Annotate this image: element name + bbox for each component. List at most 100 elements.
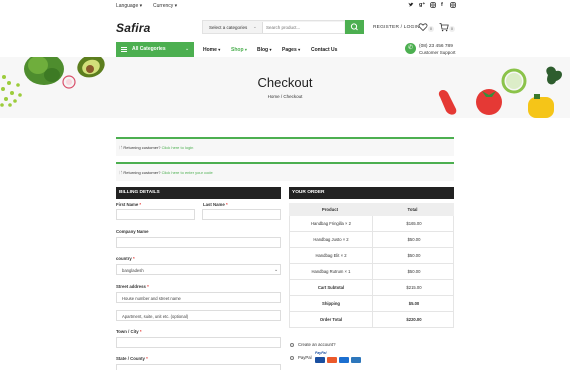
total-column-header: Total: [407, 207, 418, 212]
page-banner: Checkout Home / Checkout: [0, 57, 570, 118]
chevron-down-icon: ⌄: [253, 24, 257, 29]
cart-icon: [439, 23, 449, 32]
order-item-row: Handbag Fringilla × 2 $165.00: [289, 216, 454, 232]
currency-label: Currency: [153, 3, 174, 9]
order-total-label: Order Total: [319, 317, 343, 322]
breadcrumb-home-link[interactable]: Home: [268, 94, 280, 99]
facebook-icon[interactable]: f: [441, 2, 443, 8]
visa-card-icon: [315, 357, 325, 363]
street-address-field[interactable]: House number and street name: [116, 292, 281, 303]
wishlist-count-badge: 0: [428, 26, 434, 32]
town-city-field[interactable]: [116, 337, 281, 348]
cart-subtotal-row: Cart Subtotal $215.00: [289, 280, 454, 296]
shipping-value: $5.00: [372, 296, 455, 312]
instagram-icon[interactable]: [430, 2, 436, 10]
company-name-label: Company Name: [116, 229, 149, 234]
support-caption: Customer Support: [419, 50, 456, 55]
phone-icon: ✆: [405, 43, 416, 54]
search-bar: Select a categories ⌄: [202, 20, 364, 34]
file-icon: 🗋: [119, 170, 123, 175]
create-account-checkbox[interactable]: [290, 343, 294, 347]
order-item-product: Handbag Rutrum × 1: [311, 269, 351, 274]
coupon-notice: 🗋 Returning customer? Click here to ente…: [116, 162, 454, 181]
site-logo[interactable]: Safira: [116, 21, 151, 35]
breadcrumb-current: Checkout: [283, 94, 303, 99]
amex-card-icon: [339, 357, 349, 363]
paypal-logo: PayPal: [315, 351, 327, 355]
paypal-radio[interactable]: [290, 356, 294, 360]
coupon-notice-text: 🗋 Returning customer? Click here to ente…: [119, 170, 213, 175]
order-total-value: $220.00: [372, 312, 455, 328]
support-phone-number[interactable]: (08) 23 456 789: [419, 44, 453, 49]
search-input[interactable]: [262, 22, 344, 33]
cart-subtotal-value: $215.00: [372, 280, 455, 296]
shipping-label: Shipping: [322, 301, 340, 306]
country-value: bangladesh: [122, 268, 144, 273]
apartment-field[interactable]: Apartment, suite, unit etc. (optional): [116, 310, 281, 321]
all-categories-button[interactable]: All Categories ⌄: [116, 42, 194, 57]
company-name-field[interactable]: [116, 237, 281, 248]
language-label: Language: [116, 3, 139, 9]
order-item-row: Handbag Rutrum × 1 $50.00: [289, 264, 454, 280]
create-account-label: Create an account?: [298, 342, 336, 347]
top-bar: Language ▾ Currency ▾ g⁺ f: [0, 0, 570, 12]
breadcrumb-separator: /: [280, 94, 283, 99]
country-label: country *: [116, 256, 135, 261]
order-item-total: $50.00: [372, 232, 455, 248]
breadcrumb: Home / Checkout: [0, 94, 570, 99]
nav-item-blog[interactable]: Blog ▾: [257, 47, 272, 53]
login-notice: 🗋 Returning customer? Click here to logi…: [116, 137, 454, 156]
billing-details-heading: BILLING DETAILS: [116, 187, 281, 199]
town-city-label: Town / City *: [116, 329, 142, 334]
category-select[interactable]: Select a categories: [209, 25, 247, 30]
country-select[interactable]: bangladesh ⌄: [116, 264, 281, 275]
order-total-row: Order Total $220.00: [289, 312, 454, 328]
register-login-link[interactable]: REGISTER / LOGIN: [373, 25, 420, 30]
google-plus-icon[interactable]: g⁺: [419, 2, 425, 8]
all-categories-label: All Categories: [132, 46, 166, 52]
your-order-heading: YOUR ORDER: [289, 187, 454, 199]
order-item-total: $50.00: [372, 264, 455, 280]
menu-icon: [121, 47, 127, 52]
first-name-label: First Name *: [116, 202, 142, 207]
apartment-placeholder: Apartment, suite, unit etc. (optional): [122, 314, 189, 319]
first-name-field[interactable]: [116, 209, 195, 220]
nav-item-home[interactable]: Home ▾: [203, 47, 220, 53]
street-address-placeholder: House number and street name: [122, 296, 181, 301]
search-button[interactable]: [345, 20, 364, 34]
nav-item-pages[interactable]: Pages ▾: [282, 47, 300, 53]
order-item-total: $165.00: [372, 216, 455, 232]
order-item-total: $50.00: [372, 248, 455, 264]
state-county-field[interactable]: [116, 364, 281, 370]
cart-count-badge: 0: [449, 26, 455, 32]
nav-item-contact[interactable]: Contact Us: [311, 47, 337, 53]
discover-card-icon: [351, 357, 361, 363]
instagram-icon[interactable]: [450, 2, 456, 10]
chevron-down-icon: ⌄: [274, 267, 279, 273]
page-title: Checkout: [257, 75, 313, 90]
last-name-label: Last Name *: [203, 202, 228, 207]
mastercard-icon: [327, 357, 337, 363]
twitter-icon[interactable]: [408, 2, 414, 10]
order-item-row: Handbag Justo × 2 $50.00: [289, 232, 454, 248]
coupon-link[interactable]: Click here to enter your code: [162, 170, 213, 175]
nav-item-shop[interactable]: Shop ▾: [231, 47, 247, 53]
file-icon: 🗋: [119, 145, 123, 150]
order-table-header: Product Total: [289, 203, 454, 216]
currency-selector[interactable]: Currency ▾: [153, 3, 177, 9]
search-icon: [350, 23, 358, 31]
cart-subtotal-label: Cart Subtotal: [317, 285, 345, 290]
street-address-label: Street address *: [116, 284, 149, 289]
order-item-product: Handbag Elit × 2: [315, 253, 347, 258]
order-item-product: Handbag Fringilla × 2: [311, 221, 351, 226]
heart-icon: [418, 23, 428, 32]
language-selector[interactable]: Language ▾: [116, 3, 142, 9]
chevron-down-icon: ⌄: [185, 46, 190, 52]
last-name-field[interactable]: [202, 209, 281, 220]
shipping-row: Shipping $5.00: [289, 296, 454, 312]
order-item-product: Handbag Justo × 2: [313, 237, 349, 242]
order-item-row: Handbag Elit × 2 $50.00: [289, 248, 454, 264]
login-link[interactable]: Click here to login: [162, 145, 194, 150]
login-notice-text: 🗋 Returning customer? Click here to logi…: [119, 145, 194, 150]
product-column-header: Product: [321, 207, 339, 212]
